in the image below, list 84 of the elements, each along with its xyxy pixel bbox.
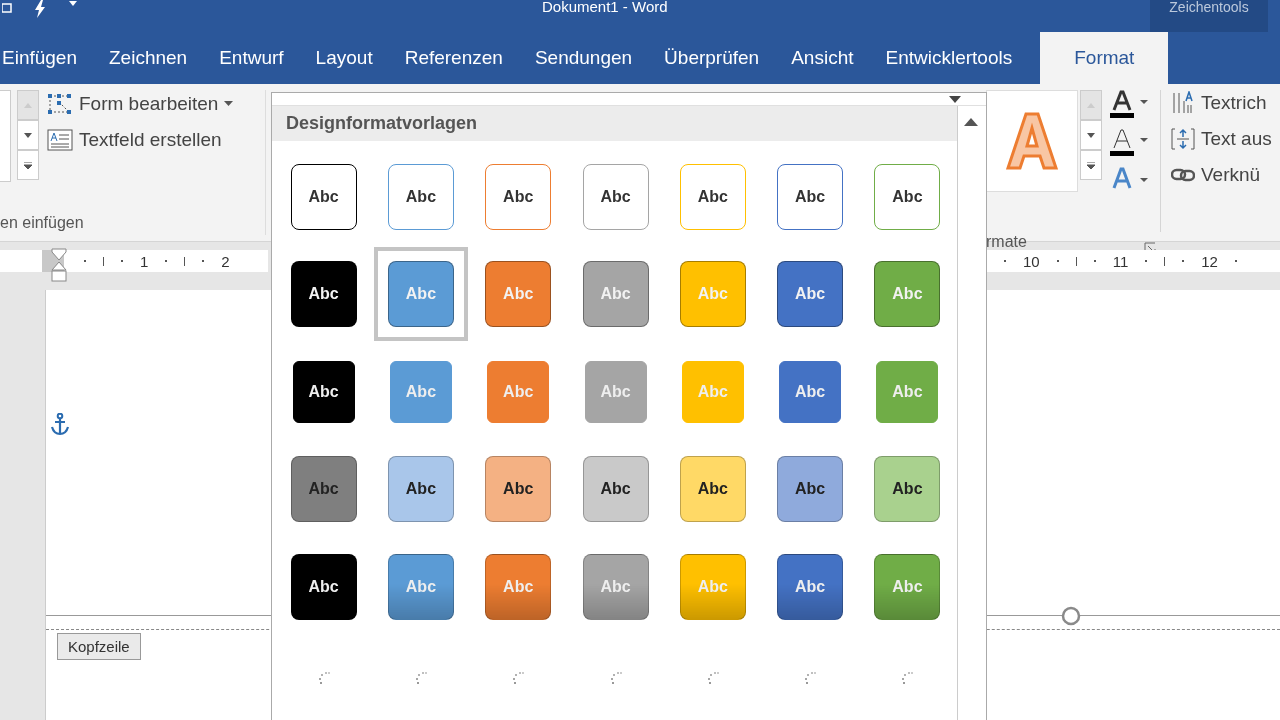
style-swatch[interactable]: Abc bbox=[679, 456, 746, 523]
context-label: Zeichentools bbox=[1169, 0, 1249, 17]
style-swatch[interactable]: Abc bbox=[777, 261, 844, 328]
ruler-tick bbox=[1145, 260, 1148, 262]
ruler-tick bbox=[1004, 260, 1006, 262]
style-swatch[interactable]: Abc bbox=[292, 360, 355, 423]
dropdown-arrow-icon[interactable] bbox=[949, 95, 961, 103]
group-label: rmate bbox=[986, 232, 1027, 252]
caret-icon[interactable] bbox=[68, 0, 78, 8]
link-icon bbox=[1171, 167, 1195, 183]
style-swatch[interactable]: Abc bbox=[582, 456, 649, 523]
ribbon-command[interactable]: Text aus bbox=[1171, 126, 1272, 152]
resize-handle[interactable] bbox=[1061, 606, 1081, 626]
ruler-number: 10 bbox=[1023, 252, 1040, 270]
lightning-icon[interactable] bbox=[34, 0, 46, 18]
text-outline-button[interactable] bbox=[1110, 128, 1150, 158]
up-arrow-icon bbox=[24, 102, 32, 108]
style-swatch[interactable]: Abc bbox=[777, 553, 844, 620]
scroll-up-icon[interactable] bbox=[964, 118, 978, 126]
ribbon-tab[interactable]: Referenzen bbox=[390, 32, 517, 84]
ribbon-tab[interactable]: Zeichnen bbox=[95, 32, 202, 84]
ruler-number: 1 bbox=[140, 252, 149, 270]
style-swatch[interactable]: Abc bbox=[874, 163, 941, 230]
style-swatch[interactable]: Abc bbox=[485, 456, 552, 523]
style-swatch[interactable]: Abc bbox=[779, 360, 842, 423]
ribbon-tab[interactable]: Entwurf bbox=[205, 32, 298, 84]
scroll-down-button[interactable] bbox=[17, 120, 39, 150]
header-label: Kopfzeile bbox=[57, 633, 141, 660]
down-arrow-icon bbox=[1087, 132, 1095, 138]
scroll-down-button[interactable] bbox=[1080, 120, 1102, 150]
ruler-tick bbox=[1182, 260, 1185, 262]
ruler-number: 2 bbox=[221, 252, 230, 270]
style-swatch[interactable]: Abc bbox=[290, 163, 357, 230]
style-swatch[interactable]: Abc bbox=[777, 456, 844, 523]
style-swatch[interactable]: Abc bbox=[874, 456, 941, 523]
ruler-tick bbox=[1164, 256, 1166, 266]
style-swatch[interactable]: Abc bbox=[679, 163, 746, 230]
ruler-number: 12 bbox=[1201, 252, 1218, 270]
style-swatch[interactable]: Abc bbox=[582, 163, 649, 230]
ruler-tick bbox=[103, 256, 104, 266]
text-fill-button[interactable] bbox=[1110, 90, 1150, 120]
expand-icon bbox=[1087, 161, 1095, 169]
down-arrow-icon bbox=[24, 132, 32, 138]
ruler-tick bbox=[1234, 260, 1237, 262]
style-swatch[interactable]: Abc bbox=[777, 163, 844, 230]
ruler-number: 11 bbox=[1112, 252, 1129, 270]
textbox-icon bbox=[47, 129, 73, 151]
ribbon-tab[interactable]: Ansicht bbox=[777, 32, 868, 84]
ribbon-tab[interactable]: Sendungen bbox=[520, 32, 647, 84]
style-swatch[interactable]: Abc bbox=[290, 261, 357, 328]
ribbon-tab[interactable]: Einfügen bbox=[2, 32, 91, 84]
up-arrow-icon bbox=[1087, 102, 1095, 108]
style-swatch[interactable]: Abc bbox=[387, 163, 454, 230]
ruler-tick bbox=[184, 256, 186, 266]
ribbon-command[interactable]: Verknü bbox=[1171, 162, 1272, 188]
edit-shape-icon bbox=[47, 93, 73, 115]
style-swatch[interactable]: Abc bbox=[485, 163, 552, 230]
ribbon-command[interactable]: Textrich bbox=[1171, 90, 1272, 116]
text-direction-icon bbox=[1171, 91, 1195, 115]
ruler-tick bbox=[121, 260, 123, 262]
ribbon-tab[interactable]: Entwicklertools bbox=[871, 32, 1027, 84]
ruler-tick bbox=[165, 260, 168, 262]
gallery-heading: Designformatvorlagen bbox=[272, 106, 957, 141]
ruler-tick bbox=[1075, 256, 1077, 266]
anchor-icon bbox=[50, 413, 70, 437]
expand-button[interactable] bbox=[1080, 150, 1102, 180]
expand-button[interactable] bbox=[17, 150, 39, 180]
ribbon-command[interactable]: Textfeld erstellen bbox=[47, 126, 234, 154]
ruler-tick bbox=[1056, 260, 1059, 262]
group-label: en einfügen bbox=[0, 213, 85, 233]
style-swatch[interactable]: Abc bbox=[290, 553, 357, 620]
expand-icon bbox=[24, 161, 32, 169]
style-swatch[interactable]: Abc bbox=[290, 456, 357, 523]
wordart-letter-icon[interactable] bbox=[1006, 112, 1058, 170]
style-swatch[interactable]: Abc bbox=[387, 456, 454, 523]
text-align-icon bbox=[1171, 127, 1195, 151]
ribbon-tab[interactable]: Layout bbox=[301, 32, 387, 84]
ribbon-tab[interactable]: Format bbox=[1040, 32, 1169, 84]
ruler-tick bbox=[1093, 260, 1096, 262]
ribbon-tab[interactable]: Überprüfen bbox=[650, 32, 774, 84]
ribbon-command[interactable]: Form bearbeiten bbox=[47, 90, 234, 118]
ruler-tick bbox=[84, 260, 86, 262]
window-title: Dokument1 - Word bbox=[542, 0, 668, 15]
ruler-tick bbox=[202, 260, 205, 262]
